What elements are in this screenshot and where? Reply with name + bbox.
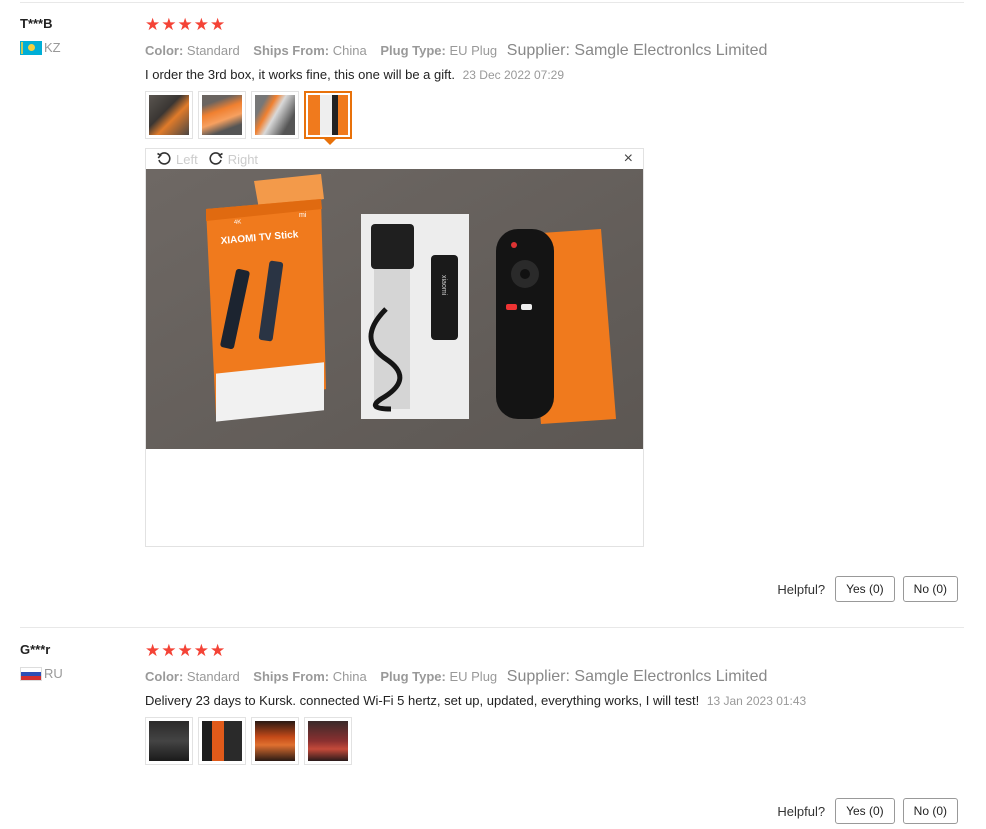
- review-properties: Color: Standard Ships From: China Plug T…: [145, 668, 767, 686]
- product-photo: 4K XIAOMI TV Stick mi xiaomi: [146, 169, 643, 449]
- plug-value: EU Plug: [449, 669, 498, 684]
- color-value: Standard: [186, 669, 240, 684]
- ships-value: China: [332, 43, 367, 58]
- supplier-label: Supplier: Samgle Electronlcs Limited: [506, 42, 768, 59]
- plug-label: Plug Type:: [380, 43, 446, 58]
- tv-stick: [431, 255, 458, 340]
- helpful-yes-button[interactable]: Yes (0): [835, 798, 895, 824]
- reviewer-name: T***B: [20, 16, 53, 31]
- photo-viewer: Left Right × 4K XIAOMI TV Stick mi xiaom…: [145, 148, 644, 547]
- photo-thumbnail[interactable]: [198, 91, 246, 139]
- flag-ru-icon: [20, 666, 42, 681]
- viewer-toolbar: Left Right ×: [146, 149, 643, 169]
- helpful-yes-button[interactable]: Yes (0): [835, 576, 895, 602]
- close-viewer-icon[interactable]: ×: [624, 150, 633, 168]
- helpful-label: Helpful?: [777, 581, 826, 597]
- review-date: 13 Jan 2023 01:43: [706, 694, 807, 708]
- photo-thumbnail[interactable]: [304, 717, 352, 765]
- helpful-bar: Helpful? Yes (0) No (0): [777, 798, 958, 824]
- country-code: RU: [44, 666, 63, 681]
- rotate-right-button[interactable]: Right: [208, 151, 258, 167]
- rotate-left-label: Left: [176, 151, 198, 167]
- plug-label: Plug Type:: [380, 669, 446, 684]
- review-text: Delivery 23 days to Kursk. connected Wi-…: [145, 693, 806, 708]
- box-badge: 4K: [234, 219, 242, 226]
- top-divider: [20, 2, 964, 3]
- rotate-right-label: Right: [227, 151, 259, 167]
- helpful-no-button[interactable]: No (0): [902, 798, 958, 824]
- rating-stars: ★★★★★: [145, 15, 227, 34]
- review-item: T***B KZ ★★★★★ Color: Standard Ships Fro…: [0, 16, 986, 616]
- ships-label: Ships From:: [253, 43, 330, 58]
- photo-thumbnail[interactable]: [145, 717, 193, 765]
- review-date: 23 Dec 2022 07:29: [462, 68, 565, 82]
- review-divider: [20, 627, 964, 628]
- review-item: G***r RU ★★★★★ Color: Standard Ships Fro…: [0, 642, 986, 829]
- reviewer-name: G***r: [20, 642, 51, 657]
- rotate-right-icon: [209, 152, 223, 165]
- review-body: I order the 3rd box, it works fine, this…: [145, 67, 455, 82]
- supplier-label: Supplier: Samgle Electronlcs Limited: [506, 668, 768, 685]
- review-properties: Color: Standard Ships From: China Plug T…: [145, 42, 767, 60]
- plug-value: EU Plug: [449, 43, 498, 58]
- helpful-no-button[interactable]: No (0): [902, 576, 958, 602]
- rotate-left-button[interactable]: Left: [156, 151, 198, 167]
- ships-label: Ships From:: [253, 669, 330, 684]
- country-code: KZ: [44, 40, 61, 55]
- photo-thumbnail[interactable]: [251, 717, 299, 765]
- ships-value: China: [332, 669, 367, 684]
- helpful-bar: Helpful? Yes (0) No (0): [777, 576, 958, 602]
- flag-kz-icon: [20, 40, 42, 55]
- review-photos: [145, 91, 352, 145]
- photo-thumbnail[interactable]: [251, 91, 299, 139]
- color-label: Color:: [145, 669, 184, 684]
- reviewer-country: KZ: [20, 40, 61, 55]
- photo-thumbnail[interactable]: [198, 717, 246, 765]
- reviewer-country: RU: [20, 666, 63, 681]
- photo-thumbnail[interactable]: [145, 91, 193, 139]
- box-mi-logo: mi: [299, 212, 307, 219]
- review-photos: [145, 717, 352, 765]
- photo-thumbnail-selected[interactable]: [304, 91, 352, 145]
- review-photo-large: 4K XIAOMI TV Stick mi xiaomi: [146, 169, 643, 449]
- review-body: Delivery 23 days to Kursk. connected Wi-…: [145, 693, 700, 708]
- rating-stars: ★★★★★: [145, 641, 227, 660]
- helpful-label: Helpful?: [777, 803, 826, 819]
- rotate-left-icon: [157, 152, 171, 165]
- review-text: I order the 3rd box, it works fine, this…: [145, 67, 564, 82]
- color-value: Standard: [186, 43, 240, 58]
- remote-control: [496, 229, 554, 419]
- color-label: Color:: [145, 43, 184, 58]
- stick-label: xiaomi: [440, 275, 447, 296]
